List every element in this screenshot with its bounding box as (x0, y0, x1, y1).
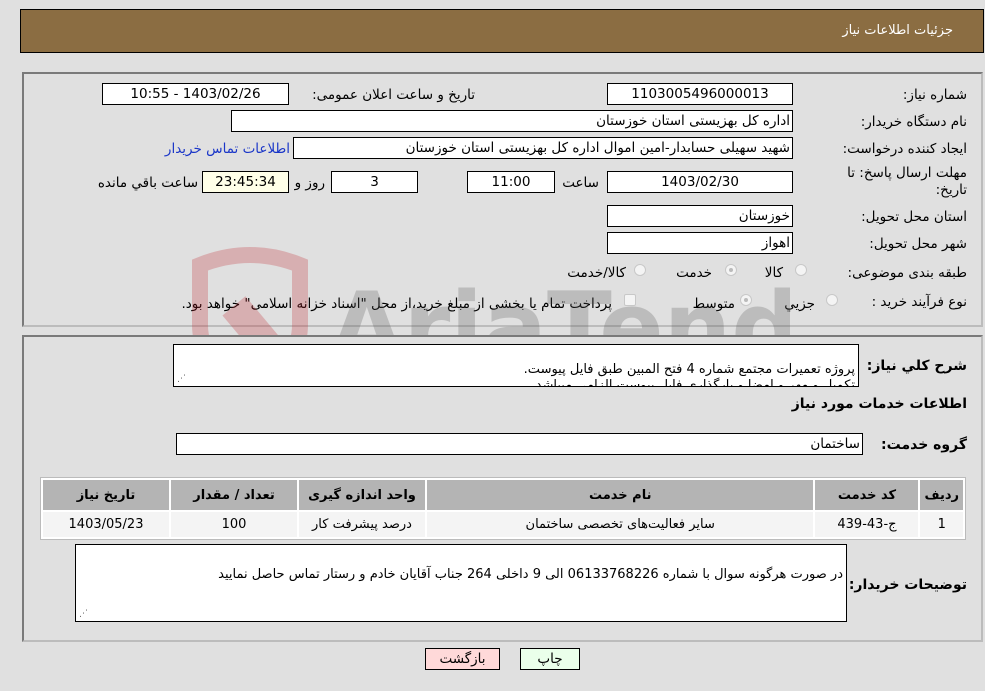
purchase-process-label: نوع فرآیند خرید : (871, 294, 967, 310)
province-label: استان محل تحویل: (861, 209, 967, 225)
process-radio-medium[interactable] (740, 294, 752, 306)
creator-label: ایجاد کننده درخواست: (842, 141, 967, 157)
remaining-time-field: 23:45:34 (202, 171, 289, 193)
category-radio-goods-service[interactable] (634, 264, 646, 276)
description-text: پروژه تعمیرات مجتمع شماره 4 فتح المبین ط… (523, 362, 855, 387)
page-header: جزئیات اطلاعات نیاز (20, 9, 984, 53)
buyer-notes-text: در صورت هرگونه سوال با شماره 06133768226… (218, 567, 843, 582)
process-option-minor: جزيي (784, 296, 815, 312)
days-remaining-field: 3 (331, 171, 418, 193)
print-button[interactable]: چاپ (520, 648, 580, 670)
category-option-goods-service: کالا/خدمت (567, 265, 626, 281)
deadline-date-field: 1403/02/30 (607, 171, 793, 193)
services-section-title: اطلاعات خدمات مورد نیاز (791, 396, 967, 412)
cell-row-number: 1 (920, 512, 963, 537)
service-group-label: گروه خدمت: (881, 437, 967, 453)
col-header-unit: واحد اندازه گیری (299, 480, 425, 510)
category-radio-service[interactable] (725, 264, 737, 276)
buyer-org-field: اداره کل بهزیستی استان خوزستان (231, 110, 793, 132)
buyer-contact-link[interactable]: اطلاعات تماس خریدار (165, 141, 290, 157)
col-header-service-code: کد خدمت (815, 480, 919, 510)
treasury-checkbox[interactable] (624, 294, 636, 306)
cell-service-code: ج-43-439 (815, 512, 919, 537)
need-number-label: شماره نیاز: (902, 87, 967, 103)
deadline-label: مهلت ارسال پاسخ: تا تاریخ: (847, 165, 967, 198)
category-option-service: خدمت (676, 265, 712, 281)
description-label: شرح کلي نیاز: (866, 358, 967, 374)
city-field: اهواز (607, 232, 793, 254)
table-row: 1 ج-43-439 سایر فعالیت‌های تخصصی ساختمان… (43, 512, 963, 537)
table-header-row: ردیف کد خدمت نام خدمت واحد اندازه گیری ت… (43, 480, 963, 510)
announce-date-label: تاریخ و ساعت اعلان عمومی: (312, 87, 475, 103)
buyer-notes-textarea[interactable]: در صورت هرگونه سوال با شماره 06133768226… (75, 544, 847, 622)
page-title: جزئیات اطلاعات نیاز (842, 23, 953, 38)
remaining-time-label: ساعت باقي مانده (97, 175, 198, 191)
cell-service-name: سایر فعالیت‌های تخصصی ساختمان (427, 512, 814, 537)
process-radio-minor[interactable] (826, 294, 838, 306)
back-button[interactable]: بازگشت (425, 648, 500, 670)
description-textarea[interactable]: پروژه تعمیرات مجتمع شماره 4 فتح المبین ط… (173, 344, 859, 387)
buyer-notes-label: توضیحات خریدار: (848, 577, 967, 593)
services-table: ردیف کد خدمت نام خدمت واحد اندازه گیری ت… (40, 477, 966, 540)
cell-quantity: 100 (171, 512, 297, 537)
deadline-time-label: ساعت (562, 175, 599, 191)
buyer-org-label: نام دستگاه خریدار: (860, 114, 967, 130)
creator-field: شهید سهیلی حسابدار-امین اموال اداره کل ب… (293, 137, 793, 159)
col-header-service-name: نام خدمت (427, 480, 814, 510)
col-header-need-date: تاریخ نیاز (43, 480, 169, 510)
resize-grip-icon[interactable]: ⋰ (176, 374, 186, 384)
city-label: شهر محل تحویل: (869, 236, 967, 252)
category-option-goods: کالا (764, 265, 783, 281)
process-option-medium: متوسط (692, 296, 735, 312)
col-header-quantity: تعداد / مقدار (171, 480, 297, 510)
province-field: خوزستان (607, 205, 793, 227)
cell-need-date: 1403/05/23 (43, 512, 169, 537)
col-header-row-number: ردیف (920, 480, 963, 510)
days-label: روز و (294, 175, 325, 191)
announce-date-field: 1403/02/26 - 10:55 (102, 83, 289, 105)
need-number-field: 1103005496000013 (607, 83, 793, 105)
resize-grip-icon[interactable]: ⋰ (78, 609, 88, 619)
service-group-field: ساختمان (176, 433, 863, 455)
treasury-note: پرداخت تمام یا بخشی از مبلغ خرید،از محل … (181, 296, 612, 312)
category-label: طبقه بندی موضوعی: (847, 265, 967, 281)
category-radio-goods[interactable] (795, 264, 807, 276)
cell-unit: درصد پیشرفت کار (299, 512, 425, 537)
deadline-time-field: 11:00 (467, 171, 555, 193)
